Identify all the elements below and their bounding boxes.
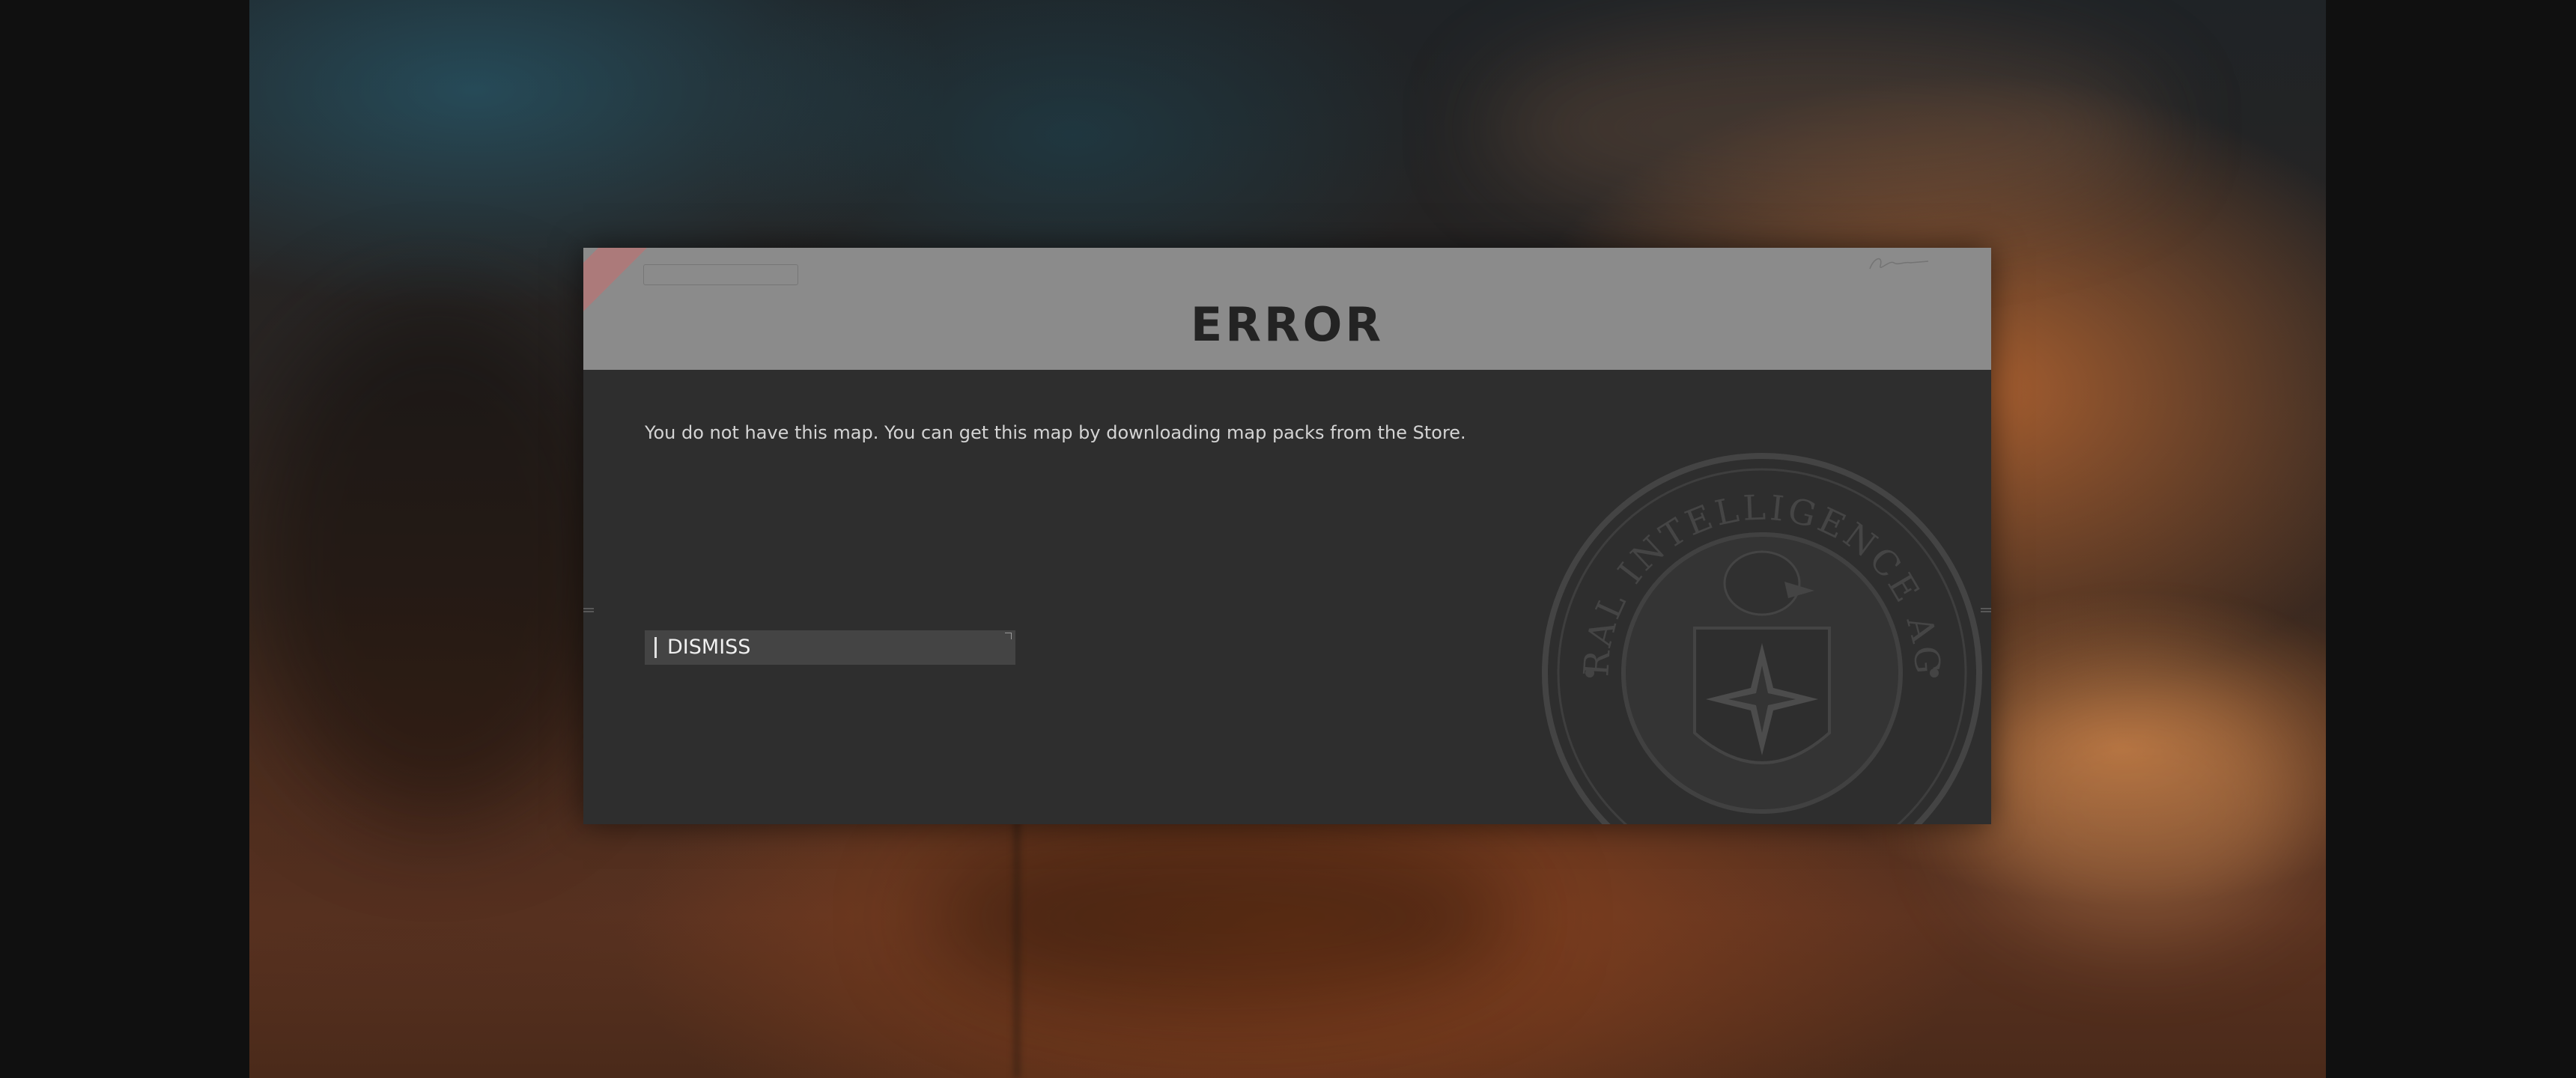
dialog-body: You do not have this map. You can get th… — [583, 370, 1991, 824]
right-edge-marker-icon — [1981, 608, 1991, 612]
dismiss-button[interactable]: DISMISS — [645, 630, 1015, 665]
dismiss-button-label: DISMISS — [667, 636, 751, 659]
error-dialog: ERROR You do not have this map. You can … — [583, 248, 1991, 824]
corner-bracket-icon — [1005, 633, 1012, 639]
dialog-header: ERROR — [583, 248, 1991, 370]
header-tag — [643, 264, 798, 285]
error-message: You do not have this map. You can get th… — [645, 422, 1466, 443]
dialog-title: ERROR — [1190, 297, 1385, 352]
screen: ERROR You do not have this map. You can … — [0, 0, 2576, 1078]
left-letterbox-bar — [0, 0, 249, 1078]
signature-icon — [1869, 258, 1929, 270]
right-letterbox-bar — [2326, 0, 2576, 1078]
cia-seal-icon: CENTRAL INTELLIGENCE AGENCY — [1537, 448, 1982, 824]
left-edge-marker-icon — [583, 608, 594, 612]
selection-accent-bar — [654, 637, 657, 658]
